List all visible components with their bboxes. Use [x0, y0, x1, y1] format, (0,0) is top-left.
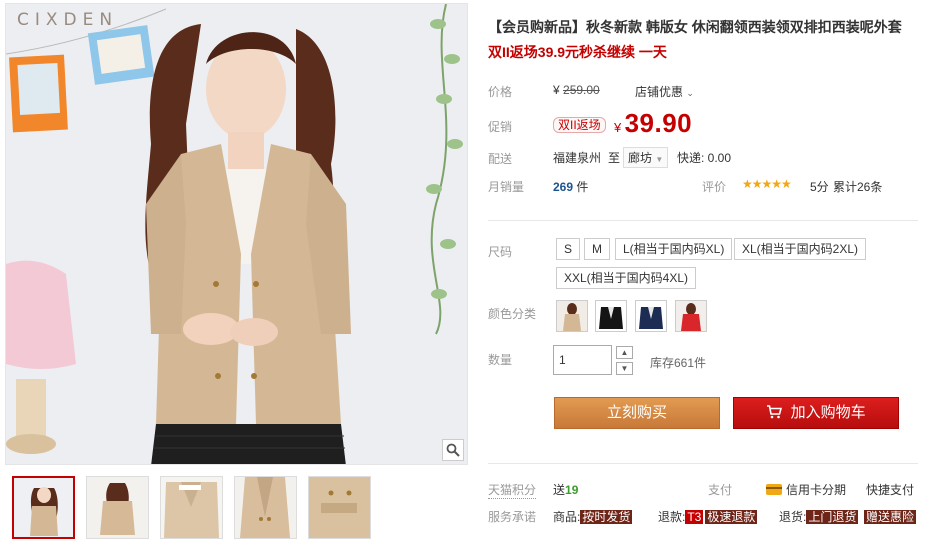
review-count-link[interactable]: 累计26条 [833, 178, 882, 195]
monthly-sales-count: 269 [553, 180, 574, 194]
thumbnail-4[interactable] [234, 476, 297, 539]
store-discount-dropdown[interactable]: 店铺优惠 ⌄ [635, 83, 694, 100]
size-option-m[interactable]: M [584, 238, 610, 260]
promo-label: 促销 [488, 120, 513, 134]
stock-count: 库存661件 [650, 356, 707, 370]
shipping-from: 福建泉州 [553, 151, 602, 165]
points-value: 19 [565, 483, 579, 497]
promo-tag: 双II返场 [553, 116, 606, 133]
service-goods: 商品: 按时发货 [553, 508, 633, 525]
color-swatch-black[interactable] [595, 300, 627, 332]
currency-symbol: ¥ [553, 83, 560, 97]
cart-icon [766, 404, 790, 421]
quantity-input[interactable]: 1 [553, 345, 612, 375]
t3-badge: T3 [685, 510, 704, 524]
service-refund: 退款: T3 极速退款 [658, 508, 758, 525]
promo-currency: ¥ [614, 120, 622, 135]
credit-card-label: 信用卡分期 [786, 483, 847, 497]
size-option-xl[interactable]: XL(相当于国内码2XL) [734, 238, 867, 260]
color-swatch-navy[interactable] [635, 300, 667, 332]
main-product-image[interactable]: CIXDEN [5, 3, 468, 465]
tmall-points: 送19 [553, 481, 578, 498]
zoom-button[interactable] [442, 439, 464, 461]
rating-label: 评价 [702, 180, 727, 194]
promo-price: ¥ 39.90 [614, 108, 692, 139]
chevron-down-icon: ▼ [620, 364, 629, 373]
thumbnail-5[interactable] [308, 476, 371, 539]
chevron-down-icon: ⌄ [686, 88, 694, 98]
return-label: 退货: [779, 510, 807, 524]
promo-tag-text: 双II返场 [553, 117, 606, 133]
buy-now-button[interactable]: 立刻购买 [554, 397, 720, 429]
color-swatch-red[interactable] [675, 300, 707, 332]
color-swatch-beige[interactable] [556, 300, 588, 332]
original-price: ¥ 259.00 [553, 83, 600, 97]
store-discount-label: 店铺优惠 [635, 85, 684, 99]
divider [488, 463, 918, 464]
product-photo [6, 4, 467, 464]
destination-value: 廊坊 [628, 151, 653, 165]
thumbnail-strip [12, 476, 371, 539]
shipping-label: 配送 [488, 152, 513, 166]
credit-card-installment[interactable]: 信用卡分期 [766, 481, 846, 498]
on-time-delivery-badge[interactable]: 按时发货 [580, 510, 633, 524]
original-price-value: 259.00 [563, 83, 600, 97]
refund-label: 退款: [658, 510, 686, 524]
promo-price-value: 39.90 [624, 108, 693, 138]
goods-label: 商品: [553, 510, 581, 524]
quantity-decrease-button[interactable]: ▼ [616, 362, 633, 375]
price-label: 价格 [488, 85, 513, 99]
chevron-up-icon: ▲ [620, 348, 629, 357]
thumbnail-1[interactable] [12, 476, 75, 539]
destination-select[interactable]: 廊坊 ▼ [623, 147, 669, 168]
points-text: 送 [553, 483, 566, 497]
service-promise-label: 服务承诺 [488, 510, 537, 524]
color-label: 颜色分类 [488, 307, 537, 321]
monthly-sales: 269 件 [553, 178, 588, 195]
brand-watermark: CIXDEN [17, 10, 119, 30]
rating-stars: ★★★★★ [742, 177, 792, 191]
size-option-xxl[interactable]: XXL(相当于国内码4XL) [556, 267, 697, 289]
fast-refund-badge[interactable]: 极速退款 [705, 510, 758, 524]
product-title: 【会员购新品】秋冬新款 韩版女 休闲翻领西装领双排扣西装呢外套 [488, 19, 902, 35]
caret-down-icon: ▼ [655, 155, 664, 164]
product-subtitle: 双II返场39.9元秒杀继续 一天 [488, 44, 667, 60]
shipping-to-word: 至 [608, 151, 621, 165]
divider [488, 220, 918, 221]
quick-pay[interactable]: 快捷支付 [866, 481, 914, 498]
rating-score: 5分 [810, 180, 829, 194]
size-label: 尺码 [488, 245, 513, 259]
payment-label: 支付 [708, 483, 733, 497]
add-to-cart-label: 加入购物车 [790, 404, 866, 421]
service-return: 退货: 上门退货 [779, 508, 859, 525]
service-insurance: 赠送惠险 [864, 508, 917, 525]
quantity-label: 数量 [488, 353, 513, 367]
thumbnail-3[interactable] [160, 476, 223, 539]
thumbnail-2[interactable] [86, 476, 149, 539]
gift-insurance-badge[interactable]: 赠送惠险 [864, 510, 917, 524]
credit-card-icon [766, 484, 782, 495]
home-return-badge[interactable]: 上门退货 [806, 510, 859, 524]
add-to-cart-button[interactable]: 加入购物车 [733, 397, 899, 429]
monthly-sales-label: 月销量 [488, 180, 525, 194]
quantity-increase-button[interactable]: ▲ [616, 346, 633, 359]
magnifier-icon [446, 443, 460, 457]
monthly-sales-unit: 件 [576, 180, 589, 194]
express-fee: 快递: 0.00 [677, 151, 732, 165]
size-option-l[interactable]: L(相当于国内码XL) [615, 238, 733, 260]
size-option-s[interactable]: S [556, 238, 581, 260]
tmall-points-label[interactable]: 天猫积分 [488, 481, 537, 499]
